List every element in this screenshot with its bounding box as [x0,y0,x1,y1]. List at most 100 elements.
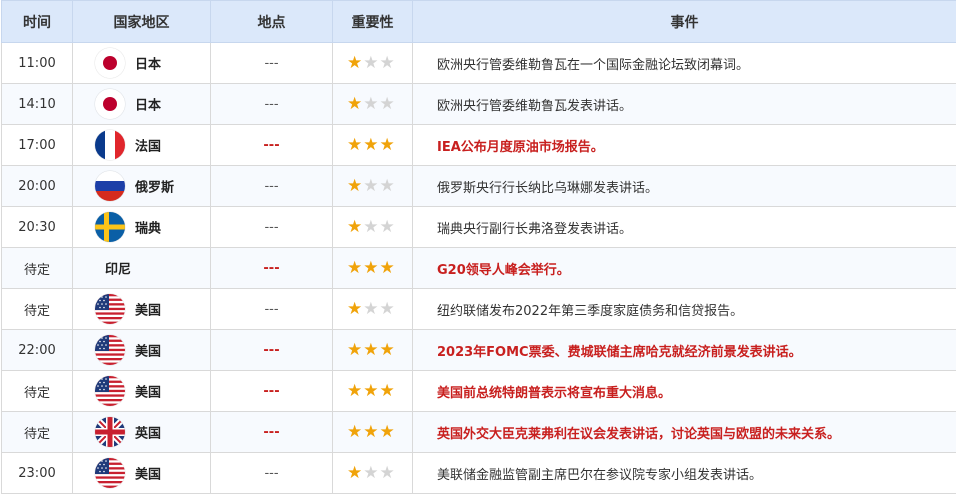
table-row: 20:30 瑞典 --- ★★★ 瑞典央行副行长弗洛登发表讲话。 [1,206,956,248]
france-flag-icon [95,130,125,160]
place-cell: --- [210,83,333,125]
star-empty-icon: ★ [379,299,396,319]
time-cell: 待定 [1,288,73,330]
country-cell: 日本 [72,83,211,125]
country-name: 美国 [135,467,162,483]
place-cell: --- [210,124,333,166]
importance-rating: ★★★ [332,206,413,248]
flag-placeholder [95,253,105,283]
event-cell: 2023年FOMC票委、费城联储主席哈克就经济前景发表讲话。 [412,329,956,371]
country-cell: 印尼 [72,247,211,289]
usa-flag-icon [95,335,125,365]
star-filled-icon: ★ [379,422,396,442]
russia-flag-icon [95,171,125,201]
country-name: 法国 [135,139,162,155]
time-cell: 23:00 [1,452,73,494]
time-cell: 11:00 [1,42,73,84]
star-filled-icon: ★ [379,340,396,360]
japan-flag-icon [95,48,125,78]
table-row: 11:00 日本 --- ★★★ 欧洲央行管委维勒鲁瓦在一个国际金融论坛致闭幕词。 [1,42,956,84]
place-cell: --- [210,452,333,494]
star-filled-icon: ★ [347,217,364,237]
star-filled-icon: ★ [347,422,364,442]
table-row: 待定 英国 --- ★★★ 英国外交大臣克莱弗利在议会发表讲话，讨论英国与欧盟的未来关系… [1,411,956,453]
event-cell: IEA公布月度原油市场报告。 [412,124,956,166]
country-cell: 法国 [72,124,211,166]
place-cell: --- [210,411,333,453]
star-empty-icon: ★ [363,94,380,114]
time-cell: 待定 [1,411,73,453]
table-row: 22:00 美国 --- ★★★ 2023年FOMC票委、费城联储主席哈克就经济前景发表… [1,329,956,371]
sweden-flag-icon [95,212,125,242]
japan-flag-icon [95,89,125,119]
event-cell: 美国前总统特朗普表示将宣布重大消息。 [412,370,956,412]
star-empty-icon: ★ [379,463,396,483]
place-cell: --- [210,206,333,248]
country-name: 日本 [135,98,162,114]
table-row: 23:00 美国 --- ★★★ 美联储金融监管副主席巴尔在参议院专家小组发表讲话。 [1,452,956,494]
star-empty-icon: ★ [363,217,380,237]
time-cell: 20:30 [1,206,73,248]
star-filled-icon: ★ [347,176,364,196]
star-filled-icon: ★ [363,381,380,401]
country-name: 日本 [135,57,162,73]
star-filled-icon: ★ [363,258,380,278]
usa-flag-icon [95,376,125,406]
star-filled-icon: ★ [347,299,364,319]
place-cell: --- [210,42,333,84]
star-empty-icon: ★ [379,217,396,237]
uk-flag-icon [95,417,125,447]
event-cell: 欧洲央行管委维勒鲁瓦发表讲话。 [412,83,956,125]
star-filled-icon: ★ [347,463,364,483]
country-cell: 瑞典 [72,206,211,248]
importance-rating: ★★★ [332,411,413,453]
importance-rating: ★★★ [332,288,413,330]
star-filled-icon: ★ [363,422,380,442]
table-row: 待定 印尼 --- ★★★ G20领导人峰会举行。 [1,247,956,289]
time-cell: 20:00 [1,165,73,207]
header-time: 时间 [1,0,73,43]
event-cell: G20领导人峰会举行。 [412,247,956,289]
importance-rating: ★★★ [332,329,413,371]
star-filled-icon: ★ [363,340,380,360]
event-cell: 欧洲央行管委维勒鲁瓦在一个国际金融论坛致闭幕词。 [412,42,956,84]
event-cell: 美联储金融监管副主席巴尔在参议院专家小组发表讲话。 [412,452,956,494]
star-empty-icon: ★ [379,94,396,114]
usa-flag-icon [95,458,125,488]
country-cell: 日本 [72,42,211,84]
star-empty-icon: ★ [363,463,380,483]
country-name: 印尼 [105,262,132,278]
importance-rating: ★★★ [332,452,413,494]
importance-rating: ★★★ [332,83,413,125]
star-filled-icon: ★ [379,258,396,278]
header-place: 地点 [210,0,333,43]
country-name: 美国 [135,385,162,401]
importance-rating: ★★★ [332,124,413,166]
star-empty-icon: ★ [379,176,396,196]
event-cell: 瑞典央行副行长弗洛登发表讲话。 [412,206,956,248]
star-filled-icon: ★ [347,94,364,114]
time-cell: 17:00 [1,124,73,166]
table-header-row: 时间 国家地区 地点 重要性 事件 [1,0,956,43]
country-name: 瑞典 [135,221,162,237]
event-cell: 纽约联储发布2022年第三季度家庭债务和信贷报告。 [412,288,956,330]
star-filled-icon: ★ [347,340,364,360]
country-name: 英国 [135,426,162,442]
star-empty-icon: ★ [363,53,380,73]
star-empty-icon: ★ [363,176,380,196]
country-cell: 俄罗斯 [72,165,211,207]
usa-flag-icon [95,294,125,324]
country-cell: 美国 [72,370,211,412]
importance-rating: ★★★ [332,370,413,412]
time-cell: 待定 [1,370,73,412]
country-cell: 美国 [72,288,211,330]
table-row: 待定 美国 --- ★★★ 美国前总统特朗普表示将宣布重大消息。 [1,370,956,412]
country-name: 俄罗斯 [135,180,175,196]
star-empty-icon: ★ [363,299,380,319]
importance-rating: ★★★ [332,247,413,289]
country-name: 美国 [135,344,162,360]
place-cell: --- [210,247,333,289]
place-cell: --- [210,165,333,207]
star-filled-icon: ★ [347,135,364,155]
time-cell: 待定 [1,247,73,289]
